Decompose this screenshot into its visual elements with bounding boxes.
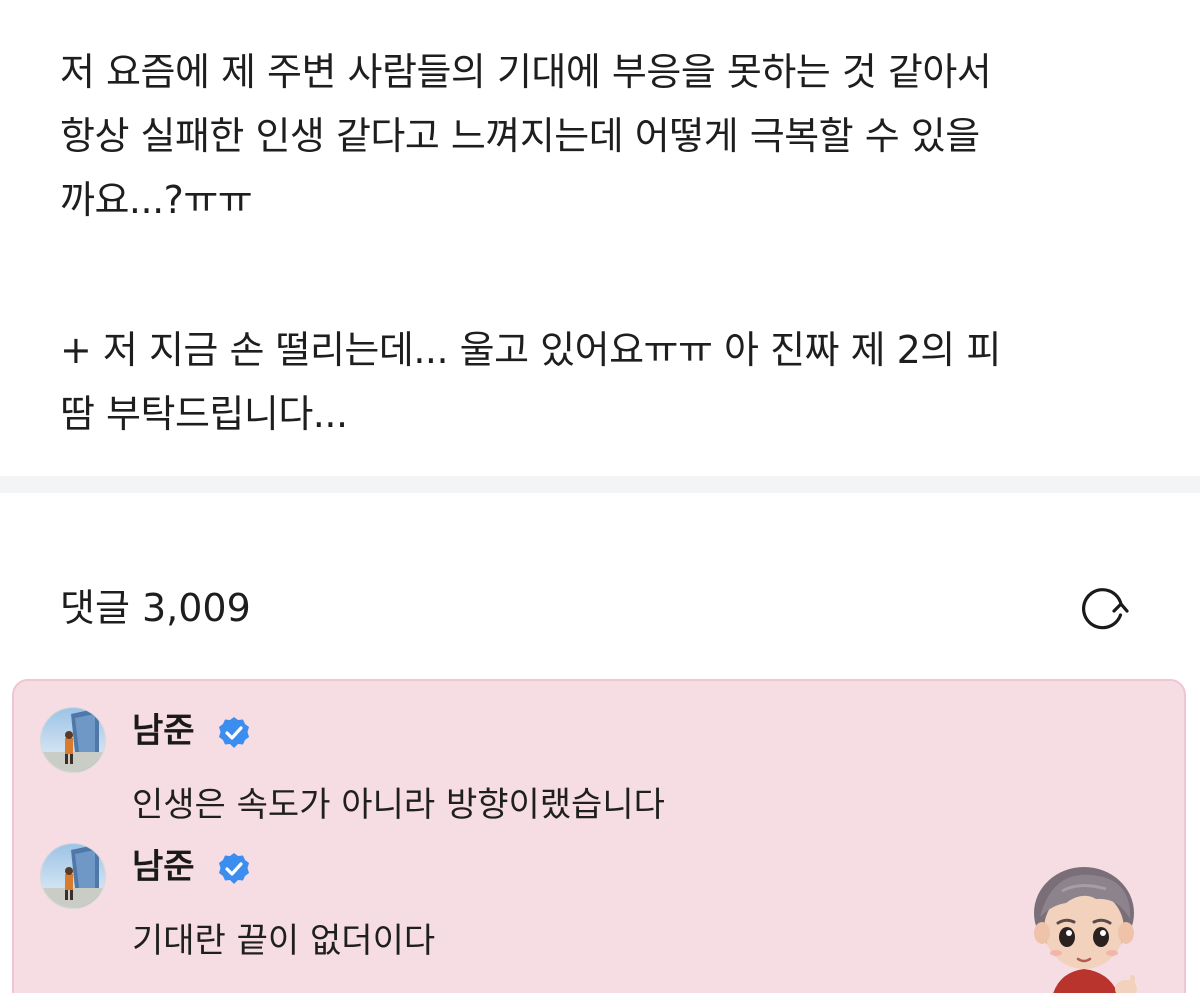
artist-comments-box: 남준 인생은 속도가 아니라 방향이랬습니다 남준 기대란 끝이 없더이다: [12, 679, 1186, 993]
post-text-line: 저 요즘에 제 주변 사람들의 기대에 부응을 못하는 것 같아서: [60, 50, 992, 94]
refresh-icon: [1082, 588, 1129, 630]
comment-text: 기대란 끝이 없더이다: [132, 921, 436, 961]
avatar-image: [41, 708, 105, 772]
section-divider: [0, 476, 1200, 493]
comment-item: 남준 인생은 속도가 아니라 방향이랬습니다: [40, 707, 940, 827]
post-text-line: 땀 부탁드립니다...: [60, 392, 348, 436]
post-paragraph-gap: [60, 232, 1160, 318]
refresh-button[interactable]: [1074, 580, 1132, 638]
avatar[interactable]: [40, 707, 106, 773]
post-body: 저 요즘에 제 주변 사람들의 기대에 부응을 못하는 것 같아서 항상 실패한…: [60, 40, 1160, 446]
comment-text: 인생은 속도가 아니라 방향이랬습니다: [132, 785, 665, 825]
character-sticker-icon: [1034, 867, 1137, 993]
comment-author[interactable]: 남준: [132, 845, 195, 889]
post-text-line: + 저 지금 손 떨리는데... 울고 있어요ㅠㅠ 아 진짜 제 2의 피: [60, 328, 1001, 372]
post-text-line: 까요...?ㅠㅠ: [60, 178, 253, 222]
comment-author[interactable]: 남준: [132, 709, 195, 753]
post-text-line: 항상 실패한 인생 같다고 느껴지는데 어떻게 극복할 수 있을: [60, 114, 980, 158]
comments-header: 댓글 3,009: [60, 580, 1150, 636]
avatar[interactable]: [40, 843, 106, 909]
verified-badge-icon: [219, 853, 249, 884]
comment-item: 남준 기대란 끝이 없더이다: [40, 843, 940, 963]
avatar-image: [41, 844, 105, 908]
verified-badge-icon: [219, 717, 249, 748]
comment-count: 댓글 3,009: [60, 586, 251, 630]
app-screen: 저 요즘에 제 주변 사람들의 기대에 부응을 못하는 것 같아서 항상 실패한…: [0, 0, 1200, 993]
